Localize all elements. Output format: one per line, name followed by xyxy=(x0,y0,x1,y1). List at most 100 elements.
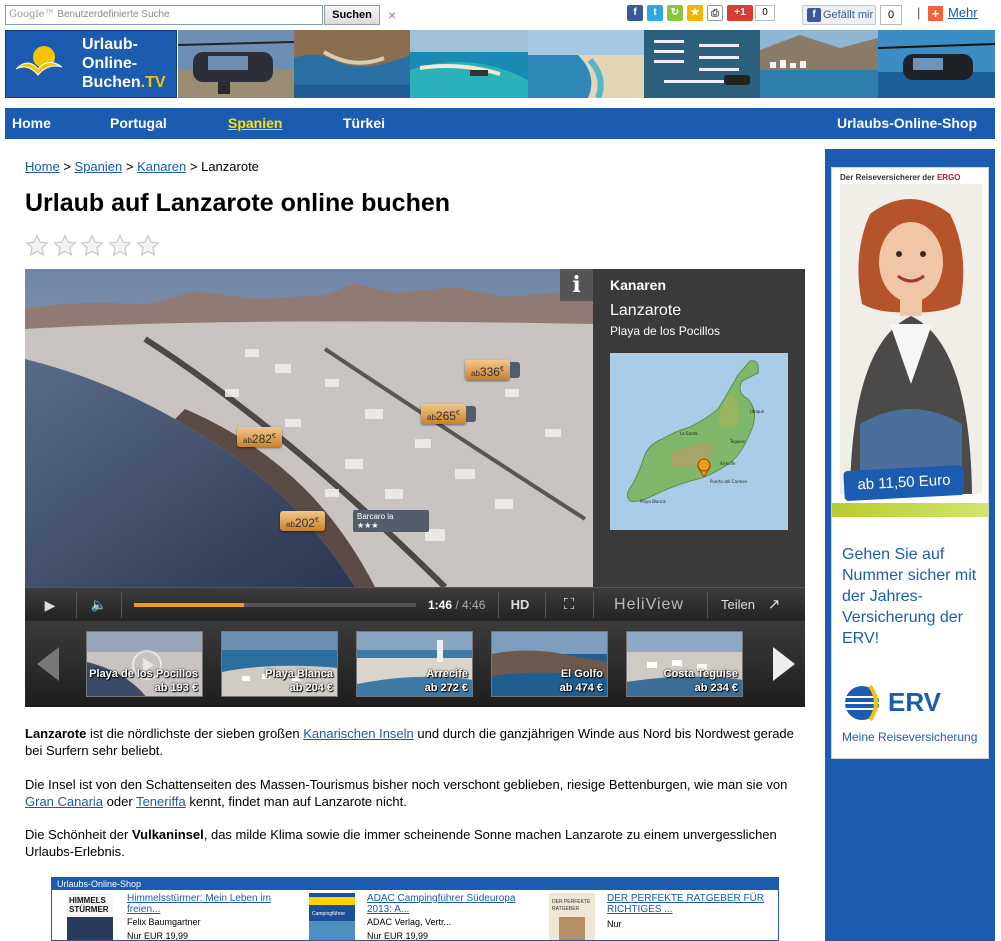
hotel-price-tag[interactable]: ab265€ xyxy=(421,404,476,424)
facebook-icon: f xyxy=(807,8,821,22)
video-frame[interactable]: ab336€ ab265€ ab282€ ab202€ Barcaro la ★… xyxy=(25,269,593,587)
facebook-like-button[interactable]: f Gefällt mir xyxy=(802,5,876,25)
breadcrumb-separator: > xyxy=(125,159,134,174)
banner-photo-helicopter xyxy=(178,30,294,98)
svg-text:Puerto del Carmen: Puerto del Carmen xyxy=(710,479,748,484)
delicious-share-icon[interactable]: ↻ xyxy=(667,5,683,21)
google-brand-label: Google™ xyxy=(9,9,55,20)
body-paragraph: Die Insel ist von den Schattenseiten des… xyxy=(25,777,788,809)
book-title-link[interactable]: ADAC Campingführer Südeuropa 2013: A... xyxy=(367,893,527,915)
print-icon[interactable]: ⎙ xyxy=(707,5,723,21)
region-label: Kanaren xyxy=(610,277,667,293)
book-title-link[interactable]: Himmelsstürmer: Mein Leben im freien... xyxy=(127,893,287,915)
star-rating xyxy=(25,234,160,260)
clear-search-icon[interactable]: × xyxy=(388,5,396,25)
video-progress-bar[interactable] xyxy=(134,603,416,607)
favorite-star-icon[interactable]: ★ xyxy=(687,5,703,21)
book-cover-image[interactable]: HIMMELS STÜRMER xyxy=(67,893,113,940)
main-nav: Home Portugal Spanien Türkei Urlaubs-Onl… xyxy=(5,108,995,139)
destination-thumbnail[interactable]: Playa de los Pocillos ab 193 € xyxy=(86,631,203,697)
hotel-price-tag[interactable]: ab202€ xyxy=(280,511,325,531)
island-label: Lanzarote xyxy=(610,302,682,319)
share-icon[interactable]: ↗ xyxy=(761,588,787,622)
more-share-icon[interactable]: + xyxy=(928,6,943,21)
carousel-next-icon[interactable] xyxy=(763,637,803,691)
logo-line-1: Urlaub- xyxy=(82,36,138,53)
shop-header: Urlaubs-Online-Shop xyxy=(52,878,778,890)
search-placeholder: Benutzerdefinierte Suche xyxy=(57,9,170,20)
destination-thumbnail[interactable]: Costa Teguise ab 234 € xyxy=(626,631,743,697)
hotel-price-tag[interactable]: ab282€ xyxy=(237,427,282,447)
book-cover-image[interactable]: Campingführer xyxy=(309,893,355,940)
svg-text:RATGEBER: RATGEBER xyxy=(552,906,580,912)
star-icon[interactable] xyxy=(80,234,104,258)
volume-icon[interactable]: 🔈 xyxy=(83,588,115,622)
breadcrumb-kanaren[interactable]: Kanaren xyxy=(137,159,186,174)
star-icon[interactable] xyxy=(25,234,49,258)
nav-portugal[interactable]: Portugal xyxy=(110,108,167,139)
hotel-price-tag[interactable]: ab336€ xyxy=(465,360,520,380)
star-icon[interactable] xyxy=(108,234,132,258)
breadcrumb-separator: > xyxy=(63,159,71,174)
ad-content: Der Reiseversicherer der ERGO ab 11,50 E… xyxy=(831,167,989,759)
teneriffa-link[interactable]: Teneriffa xyxy=(136,794,186,809)
kanarische-inseln-link[interactable]: Kanarischen Inseln xyxy=(303,726,414,741)
more-share-link[interactable]: Mehr xyxy=(948,5,978,20)
star-icon[interactable] xyxy=(135,234,160,258)
page-title: Urlaub auf Lanzarote online buchen xyxy=(25,189,451,217)
nav-home[interactable]: Home xyxy=(12,108,51,139)
star-icon[interactable] xyxy=(53,234,77,258)
play-icon[interactable]: ▶ xyxy=(33,588,67,622)
ad-slogan: Meine Reiseversicherung xyxy=(842,730,978,744)
google-plus-button[interactable]: +1 xyxy=(727,5,753,21)
top-bar: Google™ Benutzerdefinierte Suche Suchen … xyxy=(0,0,1001,29)
search-button[interactable]: Suchen xyxy=(324,5,380,25)
book-title-link[interactable]: DER PERFEKTE RATGEBER FÜR RICHTIGES ... xyxy=(607,893,767,915)
breadcrumb-spanien[interactable]: Spanien xyxy=(75,159,123,174)
breadcrumb-current: Lanzarote xyxy=(201,159,259,174)
svg-text:Teguise: Teguise xyxy=(729,439,745,444)
book-cover-image[interactable]: DER PERFEKTE RATGEBER xyxy=(549,893,595,940)
book-price: Nur EUR 19,99 xyxy=(127,931,189,941)
video-player: ab336€ ab265€ ab282€ ab202€ Barcaro la ★… xyxy=(25,269,805,707)
facebook-share-icon[interactable]: f xyxy=(627,5,643,21)
location-panel: Kanaren Lanzarote Playa de los Pocillos … xyxy=(593,269,805,587)
video-time: 1:46 / 4:46 xyxy=(428,598,486,612)
destination-thumbnail[interactable]: Arrecife ab 272 € xyxy=(356,631,473,697)
hotel-popup[interactable]: Barcaro la ★★★ xyxy=(353,510,429,532)
share-counter: 0 xyxy=(755,5,775,21)
destination-thumbnail[interactable]: Playa Blanca ab 204 € xyxy=(221,631,338,697)
destination-name: Arrecife xyxy=(426,668,468,680)
insurance-ad[interactable]: Der Reiseversicherer der ERGO ab 11,50 E… xyxy=(825,149,995,941)
hotel-popup-stars: ★★★ xyxy=(357,521,379,530)
ad-tagline: Der Reiseversicherer der ERGO xyxy=(840,173,961,182)
lanzarote-map-image: Ubique Teguise La Santa Arrecife Playa Blan… xyxy=(610,353,788,530)
destination-price: ab 234 € xyxy=(694,682,738,694)
share-button[interactable]: Teilen xyxy=(713,588,763,622)
svg-text:Playa Blanca: Playa Blanca xyxy=(640,499,666,504)
breadcrumb: Home > Spanien > Kanaren > Lanzarote xyxy=(25,159,259,174)
ad-headline: Gehen Sie auf Nummer sicher mit der Jahr… xyxy=(842,546,977,647)
ad-price-badge: ab 11,50 Euro xyxy=(843,464,965,502)
banner-photo-coast xyxy=(294,30,410,98)
island-map[interactable]: Ubique Teguise La Santa Arrecife Playa Blan… xyxy=(610,353,788,530)
hd-button[interactable]: HD xyxy=(503,588,537,622)
destination-thumbnail[interactable]: El Golfo ab 474 € xyxy=(491,631,608,697)
breadcrumb-home[interactable]: Home xyxy=(25,159,60,174)
nav-tuerkei[interactable]: Türkei xyxy=(343,108,385,139)
nav-online-shop[interactable]: Urlaubs-Online-Shop xyxy=(837,108,977,139)
svg-text:Ubique: Ubique xyxy=(750,409,765,414)
site-logo[interactable]: Urlaub- Online- Buchen.TV xyxy=(5,30,177,98)
twitter-share-icon[interactable]: t xyxy=(647,5,663,21)
search-input[interactable]: Google™ Benutzerdefinierte Suche xyxy=(5,5,323,25)
banner-photo-lagoon xyxy=(410,30,528,98)
heliview-logo: HeliView xyxy=(614,596,684,613)
seagull-logo-icon xyxy=(15,46,63,76)
info-icon[interactable]: i xyxy=(560,269,593,301)
banner-photo-marina xyxy=(644,30,760,98)
gran-canaria-link[interactable]: Gran Canaria xyxy=(25,794,103,809)
book-price: Nur EUR 19,99 xyxy=(367,931,429,941)
nav-spanien[interactable]: Spanien xyxy=(228,108,282,139)
fullscreen-icon[interactable]: ⛶ xyxy=(551,588,587,622)
carousel-prev-icon[interactable] xyxy=(29,637,69,691)
